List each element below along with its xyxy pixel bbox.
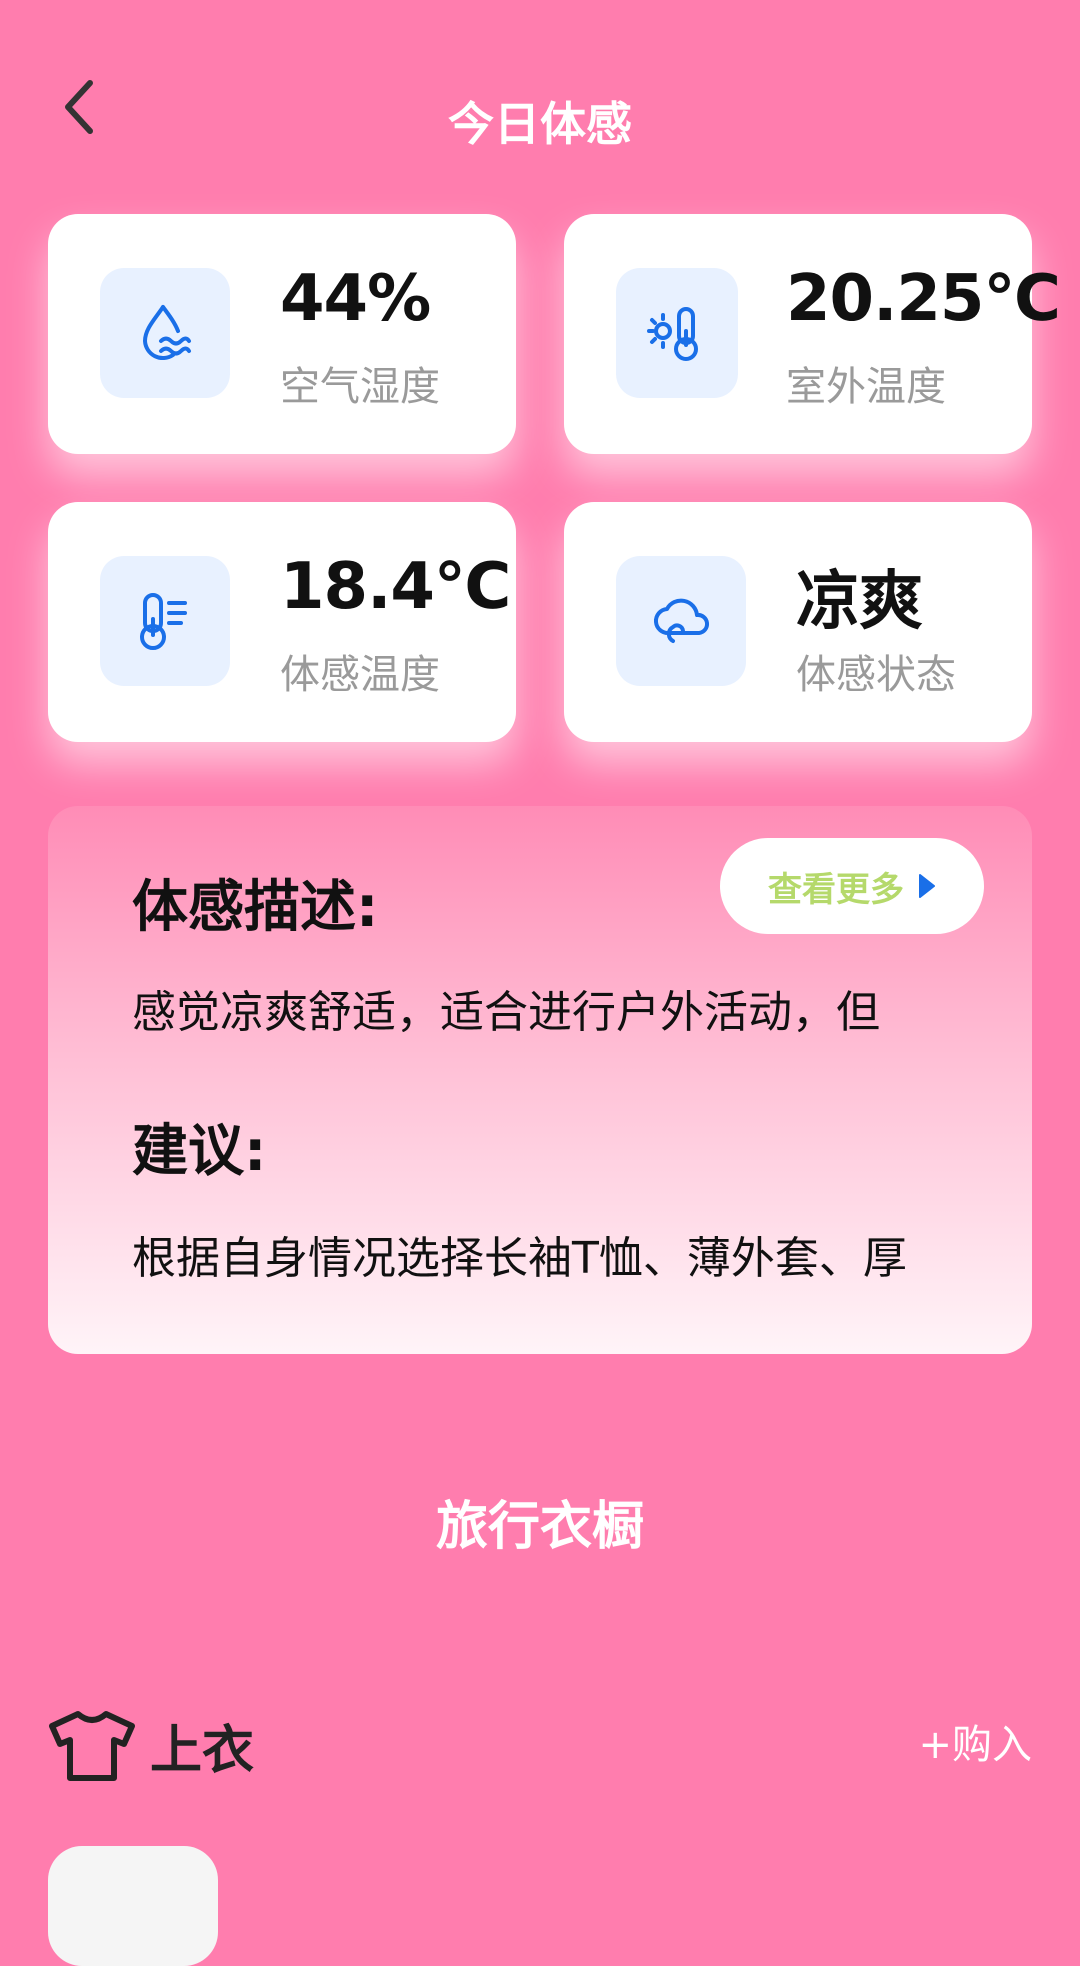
view-more-label: 查看更多 (768, 869, 904, 910)
advice-heading: 建议: (132, 1119, 267, 1184)
outdoor-temp-label: 室外温度 (786, 364, 946, 410)
play-arrow-icon (919, 874, 935, 898)
feeling-state-icon-box (616, 556, 746, 686)
humidity-value: 44% (280, 262, 431, 336)
outdoor-temp-value: 20.25℃ (786, 262, 1061, 336)
add-item-card[interactable] (48, 1846, 218, 1966)
cloud-icon (654, 598, 709, 643)
humidity-drop-icon (143, 305, 191, 361)
description-text: 感觉凉爽舒适，适合进行户外活动，但 (132, 987, 880, 1038)
feeling-state-label: 体感状态 (796, 652, 956, 698)
humidity-label: 空气湿度 (280, 364, 440, 410)
outdoor-temp-card: 20.25℃ 室外温度 (564, 214, 1061, 454)
shirt-icon (49, 1710, 135, 1781)
page-title: 今日体感 (448, 97, 632, 151)
wardrobe-title: 旅行衣橱 (435, 1497, 644, 1557)
category-tops[interactable]: 上衣 (48, 1708, 254, 1783)
humidity-card: 44% 空气湿度 (48, 214, 516, 454)
category-label: 上衣 (150, 1721, 255, 1781)
humidity-icon-box (100, 268, 230, 398)
description-panel: 查看更多 体感描述: 感觉凉爽舒适，适合进行户外活动，但 建议: 根据自身情况选… (48, 806, 1032, 1354)
feeling-state-value: 凉爽 (796, 565, 923, 639)
feels-like-card: 18.4℃ 体感温度 (48, 502, 516, 742)
thermometer-icon (140, 593, 187, 650)
outdoor-temp-icon-box (616, 268, 738, 398)
buy-button[interactable]: +购入 (918, 1712, 1032, 1770)
feels-like-label: 体感温度 (280, 652, 440, 698)
advice-text: 根据自身情况选择长袖T恤、薄外套、厚 (132, 1233, 907, 1284)
sun-thermometer-icon (647, 307, 698, 361)
feeling-state-card: 凉爽 体感状态 (564, 502, 1032, 742)
feels-like-icon-box (100, 556, 230, 686)
description-heading: 体感描述: (132, 875, 379, 940)
view-more-button[interactable]: 查看更多 (720, 838, 984, 934)
feels-like-value: 18.4℃ (280, 550, 511, 624)
